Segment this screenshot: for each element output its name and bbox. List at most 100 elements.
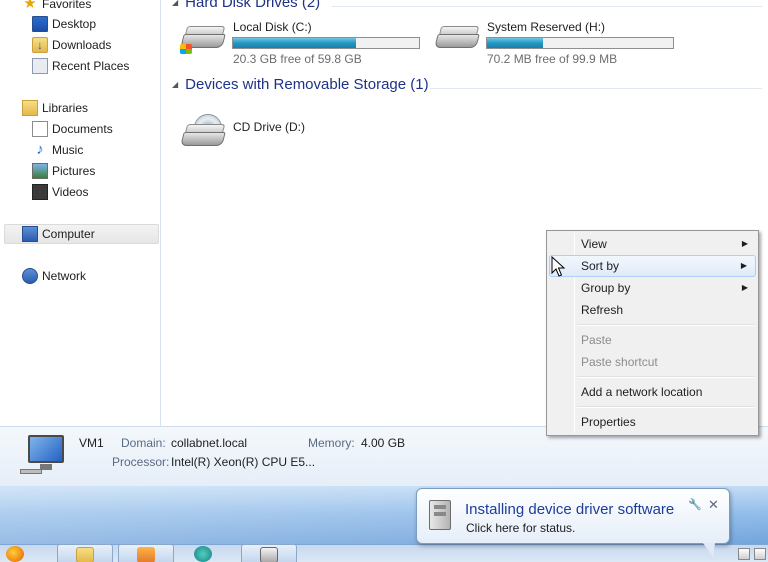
group-divider — [332, 6, 762, 7]
hard-drive-icon — [180, 24, 226, 54]
submenu-arrow-icon: ▶ — [741, 283, 748, 292]
nav-item-favorites[interactable]: ★ Favorites — [22, 0, 91, 14]
menu-item-paste-shortcut[interactable]: Paste shortcut — [549, 351, 756, 373]
memory-value: 4.00 GB — [361, 436, 406, 450]
nav-item-label: Pictures — [52, 164, 96, 178]
nav-item-pictures[interactable]: Pictures — [32, 161, 95, 181]
menu-item-properties[interactable]: Properties — [549, 411, 756, 433]
globe-icon — [194, 546, 212, 562]
menu-item-group-by[interactable]: Group by ▶ — [549, 277, 756, 299]
menu-item-label: Sort by — [581, 259, 620, 273]
nav-item-label: Downloads — [52, 38, 112, 52]
libraries-icon — [22, 100, 38, 116]
drive-name: CD Drive (D:) — [233, 120, 305, 134]
taskbar-button-firefox[interactable] — [0, 544, 48, 562]
context-menu: View ▶ Sort by ▶ Group by ▶ Refresh Past… — [546, 230, 759, 436]
drive-name: Local Disk (C:) — [233, 20, 312, 34]
nav-item-label: Network — [42, 269, 87, 283]
processor-label: Processor: — [112, 455, 170, 469]
taskbar-button-media-player[interactable] — [118, 544, 174, 562]
menu-separator — [577, 376, 755, 378]
menu-item-sort-by[interactable]: Sort by ▶ — [549, 255, 756, 277]
group-header-hard-disk-drives[interactable]: ◢ Hard Disk Drives (2) — [172, 0, 320, 11]
nav-item-recent-places[interactable]: Recent Places — [32, 56, 129, 76]
menu-item-add-network-location[interactable]: Add a network location — [549, 381, 756, 403]
menu-item-refresh[interactable]: Refresh — [549, 299, 756, 321]
drive-local-disk-c[interactable]: Local Disk (C:) 20.3 GB free of 59.8 GB — [180, 20, 425, 68]
group-divider — [430, 88, 762, 89]
group-header-label: Devices with Removable Storage (1) — [185, 76, 429, 93]
nav-item-label: Music — [52, 143, 84, 157]
menu-item-label: Paste — [581, 333, 612, 347]
star-icon: ★ — [23, 0, 37, 12]
domain-label: Domain: — [121, 436, 166, 450]
drive-usage-fill — [487, 38, 543, 48]
group-header-label: Hard Disk Drives (2) — [185, 0, 321, 11]
taskbar-button-device[interactable] — [241, 544, 297, 562]
menu-item-view[interactable]: View ▶ — [549, 233, 756, 255]
menu-item-paste[interactable]: Paste — [549, 329, 756, 351]
drive-usage-bar — [486, 37, 674, 49]
folder-icon — [76, 547, 94, 562]
nav-item-desktop[interactable]: Desktop — [32, 14, 96, 34]
navigation-pane: ★ Favorites Desktop Downloads Recent Pla… — [0, 0, 161, 426]
mouse-pointer-icon — [551, 256, 566, 277]
menu-item-label: Paste shortcut — [581, 355, 658, 369]
menu-item-label: Properties — [581, 415, 636, 429]
tray-network-icon[interactable] — [754, 548, 766, 560]
pictures-icon — [32, 163, 48, 179]
recent-places-icon — [32, 58, 48, 74]
drive-cd-d[interactable]: CD Drive (D:) — [180, 114, 320, 154]
menu-item-label: Refresh — [581, 303, 624, 317]
drive-free-space: 70.2 MB free of 99.9 MB — [487, 52, 618, 66]
nav-item-label: Favorites — [42, 0, 92, 11]
nav-item-label: Videos — [52, 185, 89, 199]
nav-item-libraries[interactable]: Libraries — [22, 98, 88, 118]
documents-icon — [32, 121, 48, 137]
computer-name: VM1 — [79, 436, 104, 450]
drive-system-reserved-h[interactable]: System Reserved (H:) 70.2 MB free of 99.… — [434, 20, 679, 68]
nav-item-downloads[interactable]: Downloads — [32, 35, 111, 55]
nav-item-label: Documents — [52, 122, 113, 136]
memory-label: Memory: — [308, 436, 355, 450]
menu-separator — [577, 324, 755, 326]
group-header-removable-storage[interactable]: ◢ Devices with Removable Storage (1) — [172, 76, 429, 93]
close-icon[interactable]: ✕ — [708, 497, 719, 513]
menu-item-label: Add a network location — [581, 385, 703, 399]
desktop-icon — [32, 16, 48, 32]
domain-value: collabnet.local — [171, 436, 248, 450]
balloon-tail — [703, 543, 715, 557]
processor-value: Intel(R) Xeon(R) CPU E5... — [171, 455, 316, 469]
drive-free-space: 20.3 GB free of 59.8 GB — [233, 52, 362, 66]
device-driver-icon — [429, 500, 451, 530]
menu-item-label: View — [581, 237, 607, 251]
nav-item-music[interactable]: ♪ Music — [32, 140, 83, 160]
network-icon — [22, 268, 38, 284]
drive-usage-fill — [233, 38, 356, 48]
taskbar-button-explorer[interactable] — [57, 544, 113, 562]
cd-drive-icon — [180, 114, 226, 152]
notification-title: Installing device driver software — [465, 501, 675, 518]
windows-logo-icon — [180, 44, 192, 54]
nav-item-computer[interactable]: Computer — [4, 224, 159, 244]
nav-item-label: Recent Places — [52, 59, 130, 73]
music-note-icon: ♪ — [36, 141, 44, 158]
options-wrench-icon[interactable]: 🔧 — [688, 498, 702, 511]
device-icon — [260, 547, 278, 562]
downloads-folder-icon — [32, 37, 48, 53]
computer-icon — [22, 226, 38, 242]
nav-item-label: Libraries — [42, 101, 89, 115]
firefox-icon — [6, 546, 24, 562]
nav-item-videos[interactable]: Videos — [32, 182, 88, 202]
taskbar-button-globe[interactable] — [180, 544, 236, 562]
nav-item-documents[interactable]: Documents — [32, 119, 113, 139]
collapse-triangle-icon[interactable]: ◢ — [172, 80, 178, 89]
collapse-triangle-icon[interactable]: ◢ — [172, 0, 178, 7]
tray-flag-icon[interactable] — [738, 548, 750, 560]
nav-item-network[interactable]: Network — [22, 266, 86, 286]
computer-icon — [20, 435, 64, 474]
film-strip-icon — [32, 184, 48, 200]
notification-balloon[interactable]: Installing device driver software Click … — [416, 488, 730, 557]
hard-drive-icon — [434, 24, 480, 54]
drive-usage-bar — [232, 37, 420, 49]
